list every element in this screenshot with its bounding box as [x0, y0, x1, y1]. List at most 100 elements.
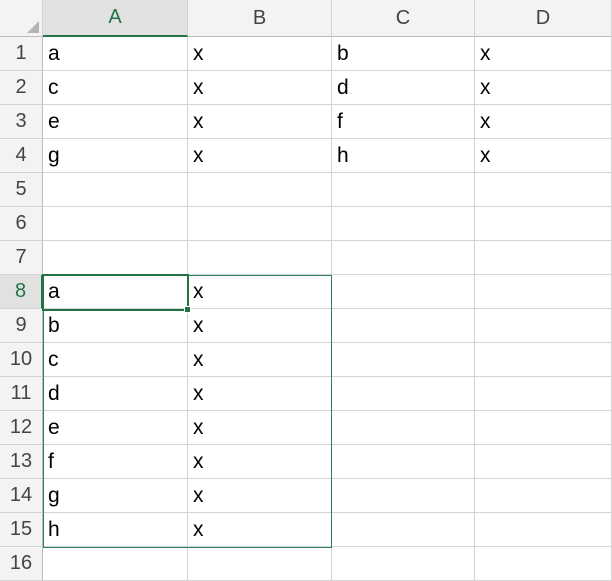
cell-c12[interactable]: [332, 411, 475, 445]
row-header-13[interactable]: 13: [0, 445, 43, 479]
cell-a4[interactable]: g: [43, 139, 188, 173]
column-headers: A B C D: [43, 0, 612, 37]
cell-a15[interactable]: h: [43, 513, 188, 547]
grid-row-13: fx: [43, 445, 612, 479]
cell-d4[interactable]: x: [475, 139, 612, 173]
cell-b15[interactable]: x: [188, 513, 332, 547]
cell-b12[interactable]: x: [188, 411, 332, 445]
cell-a11[interactable]: d: [43, 377, 188, 411]
cell-a5[interactable]: [43, 173, 188, 207]
cell-b11[interactable]: x: [188, 377, 332, 411]
cell-c8[interactable]: [332, 275, 475, 309]
cell-a6[interactable]: [43, 207, 188, 241]
cell-b8[interactable]: x: [188, 275, 332, 309]
select-all-triangle-icon: [27, 21, 39, 33]
row-header-5[interactable]: 5: [0, 173, 43, 207]
cell-d15[interactable]: [475, 513, 612, 547]
row-header-15[interactable]: 15: [0, 513, 43, 547]
cell-d5[interactable]: [475, 173, 612, 207]
column-header-c[interactable]: C: [332, 0, 475, 37]
select-all-button[interactable]: [0, 0, 43, 37]
cell-b9[interactable]: x: [188, 309, 332, 343]
cell-a13[interactable]: f: [43, 445, 188, 479]
cell-d7[interactable]: [475, 241, 612, 275]
cell-d8[interactable]: [475, 275, 612, 309]
cell-b1[interactable]: x: [188, 37, 332, 71]
row-headers: 1 2 3 4 5 6 7 8 9 10 11 12 13 14 15 16: [0, 37, 43, 581]
cell-a12[interactable]: e: [43, 411, 188, 445]
cell-c13[interactable]: [332, 445, 475, 479]
cell-grid: axbxcxdxexfxgxhxaxbxcxdxexfxgxhx: [43, 37, 612, 581]
grid-row-7: [43, 241, 612, 275]
column-header-b[interactable]: B: [188, 0, 332, 37]
cell-c15[interactable]: [332, 513, 475, 547]
row-header-6[interactable]: 6: [0, 207, 43, 241]
cell-d2[interactable]: x: [475, 71, 612, 105]
fill-handle[interactable]: [184, 306, 191, 313]
cell-a10[interactable]: c: [43, 343, 188, 377]
grid-row-1: axbx: [43, 37, 612, 71]
cell-c14[interactable]: [332, 479, 475, 513]
cell-c4[interactable]: h: [332, 139, 475, 173]
column-header-d[interactable]: D: [475, 0, 612, 37]
cell-c11[interactable]: [332, 377, 475, 411]
cell-c1[interactable]: b: [332, 37, 475, 71]
cell-b10[interactable]: x: [188, 343, 332, 377]
row-header-7[interactable]: 7: [0, 241, 43, 275]
cell-a16[interactable]: [43, 547, 188, 581]
grid-row-4: gxhx: [43, 139, 612, 173]
cell-c16[interactable]: [332, 547, 475, 581]
row-header-8[interactable]: 8: [0, 275, 43, 309]
cell-a7[interactable]: [43, 241, 188, 275]
cell-b5[interactable]: [188, 173, 332, 207]
cell-d11[interactable]: [475, 377, 612, 411]
cell-b7[interactable]: [188, 241, 332, 275]
row-header-10[interactable]: 10: [0, 343, 43, 377]
grid-row-8: ax: [43, 275, 612, 309]
row-header-1[interactable]: 1: [0, 37, 43, 71]
row-header-12[interactable]: 12: [0, 411, 43, 445]
grid-row-16: [43, 547, 612, 581]
cell-c9[interactable]: [332, 309, 475, 343]
cell-c10[interactable]: [332, 343, 475, 377]
row-header-11[interactable]: 11: [0, 377, 43, 411]
row-header-16[interactable]: 16: [0, 547, 43, 581]
cell-c7[interactable]: [332, 241, 475, 275]
row-header-3[interactable]: 3: [0, 105, 43, 139]
cell-c2[interactable]: d: [332, 71, 475, 105]
cell-b3[interactable]: x: [188, 105, 332, 139]
grid-row-9: bx: [43, 309, 612, 343]
row-header-4[interactable]: 4: [0, 139, 43, 173]
grid-row-10: cx: [43, 343, 612, 377]
grid-row-14: gx: [43, 479, 612, 513]
cell-a3[interactable]: e: [43, 105, 188, 139]
cell-c5[interactable]: [332, 173, 475, 207]
cell-d10[interactable]: [475, 343, 612, 377]
cell-d6[interactable]: [475, 207, 612, 241]
cell-d12[interactable]: [475, 411, 612, 445]
cell-a14[interactable]: g: [43, 479, 188, 513]
cell-d3[interactable]: x: [475, 105, 612, 139]
cell-a2[interactable]: c: [43, 71, 188, 105]
cell-b16[interactable]: [188, 547, 332, 581]
cell-b6[interactable]: [188, 207, 332, 241]
cell-b14[interactable]: x: [188, 479, 332, 513]
row-header-2[interactable]: 2: [0, 71, 43, 105]
cell-d14[interactable]: [475, 479, 612, 513]
grid-row-15: hx: [43, 513, 612, 547]
cell-b4[interactable]: x: [188, 139, 332, 173]
cell-a8[interactable]: a: [43, 275, 188, 309]
cell-d16[interactable]: [475, 547, 612, 581]
row-header-9[interactable]: 9: [0, 309, 43, 343]
cell-c3[interactable]: f: [332, 105, 475, 139]
column-header-a[interactable]: A: [43, 0, 188, 37]
cell-b13[interactable]: x: [188, 445, 332, 479]
cell-c6[interactable]: [332, 207, 475, 241]
row-header-14[interactable]: 14: [0, 479, 43, 513]
cell-a1[interactable]: a: [43, 37, 188, 71]
cell-d13[interactable]: [475, 445, 612, 479]
cell-a9[interactable]: b: [43, 309, 188, 343]
cell-b2[interactable]: x: [188, 71, 332, 105]
cell-d9[interactable]: [475, 309, 612, 343]
cell-d1[interactable]: x: [475, 37, 612, 71]
